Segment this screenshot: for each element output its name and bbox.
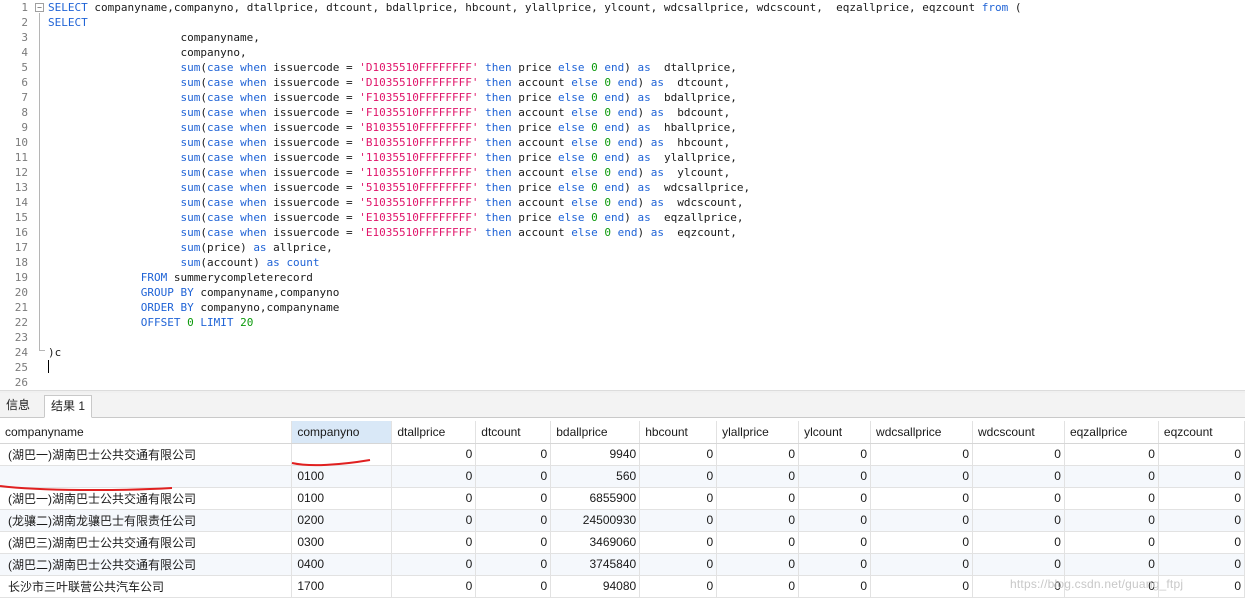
code-line: sum(case when issuercode = '11035510FFFF… — [180, 151, 737, 164]
line-number: 23 — [14, 331, 28, 344]
watermark-text: https://blog.csdn.net/guang_ftpj — [1010, 577, 1184, 591]
line-number: 7 — [21, 91, 28, 104]
code-line: SELECT companyname,companyno, dtallprice… — [48, 1, 1022, 14]
line-number: 13 — [14, 181, 28, 194]
line-number: 12 — [14, 166, 28, 179]
code-line: sum(case when issuercode = '51035510FFFF… — [180, 196, 744, 209]
line-number: 10 — [14, 136, 28, 149]
line-number: 15 — [14, 211, 28, 224]
code-line: companyno, — [48, 46, 247, 59]
fold-toggle-icon[interactable]: − — [35, 3, 44, 12]
code-line: sum(case when issuercode = 'E1035510FFFF… — [180, 226, 737, 239]
code-line: sum(case when issuercode = 'E1035510FFFF… — [180, 211, 744, 224]
code-line: sum(case when issuercode = 'B1035510FFFF… — [180, 121, 737, 134]
line-number-gutter: 1 2 3 4 5 6 7 8 9 10 11 12 13 14 15 16 1… — [0, 0, 32, 390]
code-line: sum(case when issuercode = 'B1035510FFFF… — [180, 136, 731, 149]
line-number: 11 — [14, 151, 28, 164]
line-number: 2 — [21, 16, 28, 29]
sql-editor[interactable]: 1 2 3 4 5 6 7 8 9 10 11 12 13 14 15 16 1… — [0, 0, 1245, 390]
line-number: 21 — [14, 301, 28, 314]
code-line: sum(case when issuercode = '51035510FFFF… — [180, 181, 751, 194]
line-number: 6 — [21, 76, 28, 89]
code-line: sum(account) as count — [180, 256, 320, 269]
fold-guide-end — [39, 350, 45, 351]
code-line: sum(case when issuercode = '11035510FFFF… — [180, 166, 731, 179]
tab-result-1[interactable]: 结果 1 — [44, 395, 93, 418]
line-number: 9 — [21, 121, 28, 134]
line-number: 20 — [14, 286, 28, 299]
line-number: 22 — [14, 316, 28, 329]
line-number: 26 — [14, 376, 28, 389]
code-line: sum(case when issuercode = 'D1035510FFFF… — [180, 76, 731, 89]
line-number: 5 — [21, 61, 28, 74]
red-underline-mark — [291, 459, 371, 467]
line-number: 25 — [14, 361, 28, 374]
code-line: )c — [48, 346, 62, 359]
tab-messages[interactable]: 信息 — [0, 395, 36, 418]
line-number: 8 — [21, 106, 28, 119]
code-line: sum(case when issuercode = 'D1035510FFFF… — [180, 61, 737, 74]
line-number: 1 — [21, 1, 28, 14]
line-number: 3 — [21, 31, 28, 44]
code-line: FROM summerycompleterecord — [140, 271, 313, 284]
result-tabs: 信息 结果 1 — [0, 393, 1245, 418]
code-line: ORDER BY companyno,companyname — [140, 301, 340, 314]
line-number: 18 — [14, 256, 28, 269]
code-line: companyname, — [48, 31, 260, 44]
line-number: 4 — [21, 46, 28, 59]
code-line: sum(price) as allprice, — [180, 241, 333, 254]
line-number: 16 — [14, 226, 28, 239]
line-number: 17 — [14, 241, 28, 254]
red-underline-mark — [0, 485, 173, 492]
fold-guide — [39, 13, 40, 350]
code-line: GROUP BY companyname,companyno — [140, 286, 340, 299]
code-line: sum(case when issuercode = 'F1035510FFFF… — [180, 91, 737, 104]
code-line: OFFSET 0 LIMIT 20 — [140, 316, 254, 329]
line-number: 19 — [14, 271, 28, 284]
code-line: sum(case when issuercode = 'F1035510FFFF… — [180, 106, 731, 119]
line-number: 24 — [14, 346, 28, 359]
line-number: 14 — [14, 196, 28, 209]
code-line: SELECT — [48, 16, 88, 29]
text-caret — [48, 360, 49, 373]
